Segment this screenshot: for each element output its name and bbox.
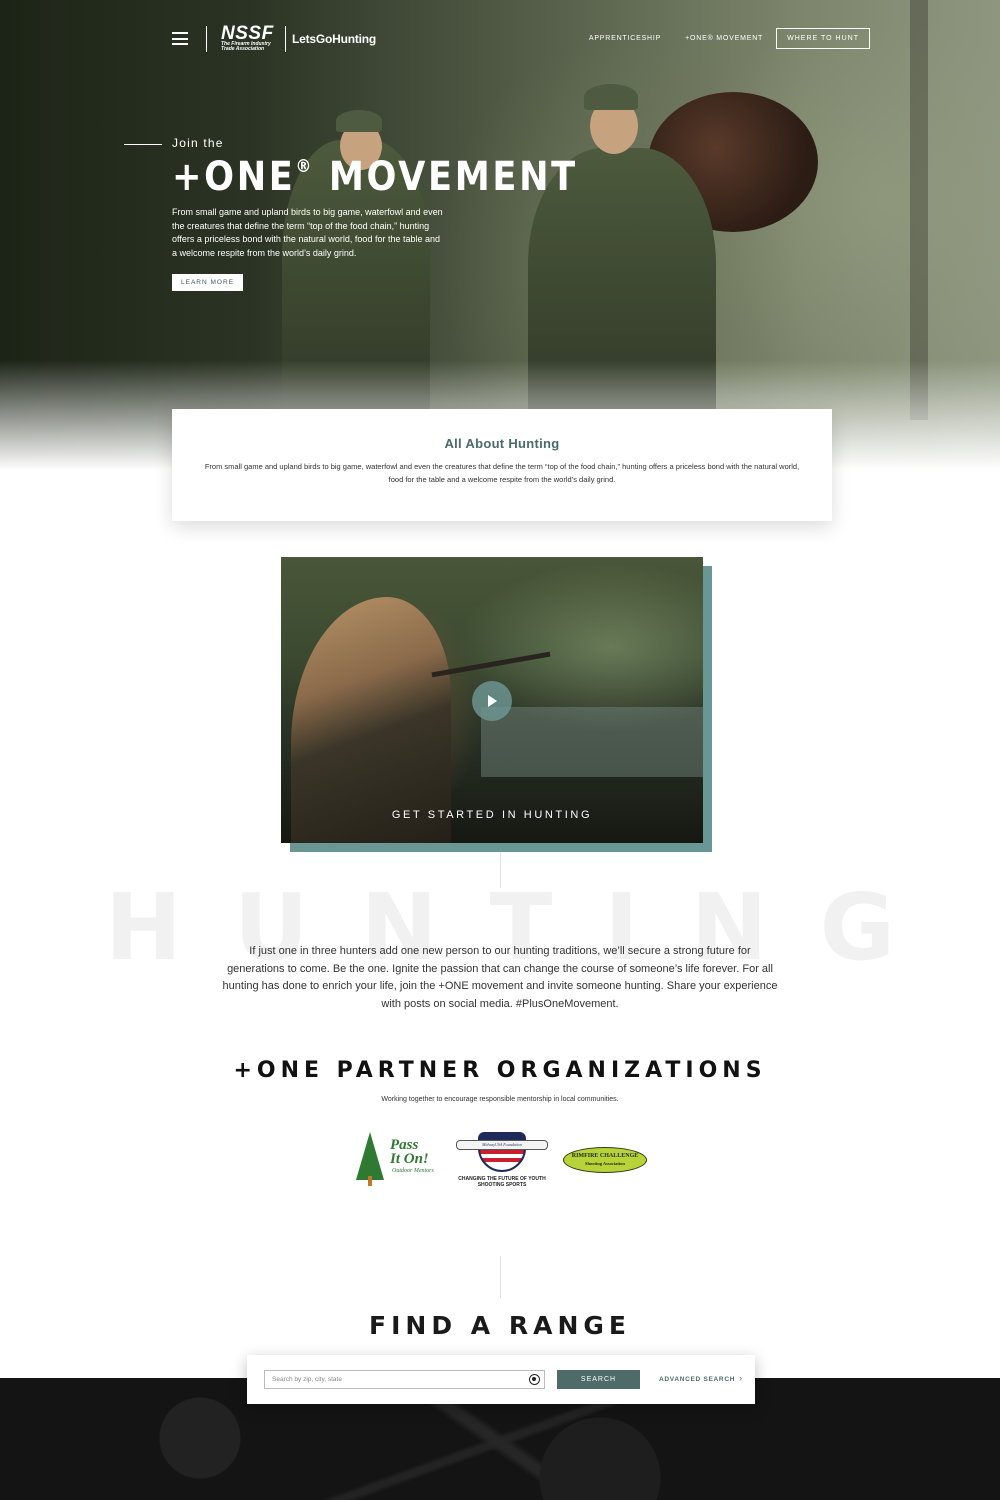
- partners-subtitle: Working together to encourage responsibl…: [381, 1096, 619, 1103]
- rimfire-line2: Shooting Association: [585, 1161, 625, 1166]
- hunting-body: If just one in three hunters add one new…: [222, 945, 778, 1010]
- advanced-search-link[interactable]: ADVANCED SEARCH ›: [659, 1373, 743, 1384]
- play-icon[interactable]: [472, 681, 512, 721]
- hero-title-suffix: MOVEMENT: [313, 154, 578, 200]
- video-water: [481, 707, 703, 777]
- logo-divider: [285, 26, 286, 52]
- rimfire-text: RIMFIRE CHALLENGE Shooting Association: [563, 1153, 647, 1167]
- about-hunting-card: All About Hunting From small game and up…: [172, 409, 832, 521]
- advanced-search-label: ADVANCED SEARCH: [659, 1376, 736, 1383]
- about-body: From small game and upland birds to big …: [204, 462, 800, 484]
- about-title: All About Hunting: [444, 436, 560, 451]
- hero-title: +ONE® MOVEMENT: [172, 154, 575, 200]
- video-thumbnail[interactable]: GET STARTED IN HUNTING: [281, 557, 703, 843]
- video-rifle: [431, 651, 551, 678]
- nssf-logo-text: NSSF: [221, 23, 274, 44]
- hero-kicker: Join the: [172, 136, 224, 150]
- pass-it-on-tagline: Outdoor Mentors: [392, 1168, 434, 1174]
- hero-hunter-man-cap: [584, 84, 638, 110]
- partner-logo-midwayusa-foundation[interactable]: MidwayUSA Foundation CHANGING THE FUTURE…: [454, 1132, 550, 1190]
- where-to-hunt-button[interactable]: WHERE TO HUNT: [776, 28, 870, 49]
- top-navigation: NSSF The Firearm Industry Trade Associat…: [0, 24, 1000, 54]
- range-search-card: SEARCH ADVANCED SEARCH›: [247, 1355, 755, 1404]
- partners-title: +ONE PARTNER ORGANIZATIONS: [233, 1058, 767, 1083]
- learn-more-button[interactable]: LEARN MORE: [172, 274, 243, 292]
- pass-it-on-line1: Pass: [390, 1137, 419, 1153]
- video-shooter-image: [291, 597, 451, 843]
- locate-icon[interactable]: [529, 1374, 540, 1385]
- partner-logo-rimfire-challenge[interactable]: RIMFIRE CHALLENGE Shooting Association: [563, 1147, 649, 1175]
- hero-tree-trunk: [910, 0, 928, 420]
- nav-link-apprenticeship[interactable]: APPRENTICESHIP: [589, 35, 661, 42]
- video-label: GET STARTED IN HUNTING: [391, 809, 593, 821]
- pass-it-on-text: Pass It On!: [390, 1137, 429, 1167]
- pass-it-on-line2: It On!: [390, 1151, 429, 1167]
- nav-link-one-movement[interactable]: +ONE® MOVEMENT: [685, 35, 763, 42]
- find-a-range-title: FIND A RANGE: [369, 1311, 631, 1340]
- pine-trunk: [368, 1176, 372, 1186]
- rimfire-line1: RIMFIRE CHALLENGE: [571, 1153, 639, 1159]
- midway-tagline: CHANGING THE FUTURE OF YOUTH SHOOTING SP…: [458, 1176, 546, 1188]
- partner-logo-pass-it-on[interactable]: Pass It On! Outdoor Mentors: [356, 1132, 442, 1188]
- hero-hunter-woman-cap: [336, 110, 382, 132]
- shield-icon: [478, 1132, 526, 1172]
- hero-tree-trunk: [40, 0, 66, 420]
- site-logo[interactable]: NSSF The Firearm Industry Trade Associat…: [206, 24, 376, 54]
- letsgohunting-logo-text: LetsGoHunting: [292, 32, 377, 46]
- nssf-logo-subtitle: The Firearm Industry Trade Association: [221, 41, 271, 52]
- search-button[interactable]: SEARCH: [557, 1370, 640, 1389]
- hero-title-mark: ®: [295, 156, 314, 177]
- nssf-logo: NSSF The Firearm Industry Trade Associat…: [207, 23, 279, 52]
- section-divider-line: [500, 1256, 501, 1298]
- midway-ribbon-text: MidwayUSA Foundation: [482, 1142, 522, 1147]
- nav-links: APPRENTICESHIP +ONE® MOVEMENT WHERE TO H…: [565, 28, 870, 49]
- hero-title-prefix: +ONE: [172, 154, 296, 200]
- hero-copy: Join the +ONE® MOVEMENT From small game …: [124, 136, 575, 292]
- midway-ribbon: MidwayUSA Foundation: [456, 1140, 548, 1150]
- chevron-right-icon: ›: [739, 1373, 743, 1383]
- hero-section: NSSF The Firearm Industry Trade Associat…: [0, 0, 1000, 470]
- hero-body: From small game and upland birds to big …: [172, 207, 443, 258]
- range-search-input[interactable]: [264, 1370, 545, 1389]
- pine-tree-icon: [356, 1132, 384, 1180]
- menu-icon[interactable]: [172, 32, 188, 45]
- hero-rule: [124, 144, 162, 145]
